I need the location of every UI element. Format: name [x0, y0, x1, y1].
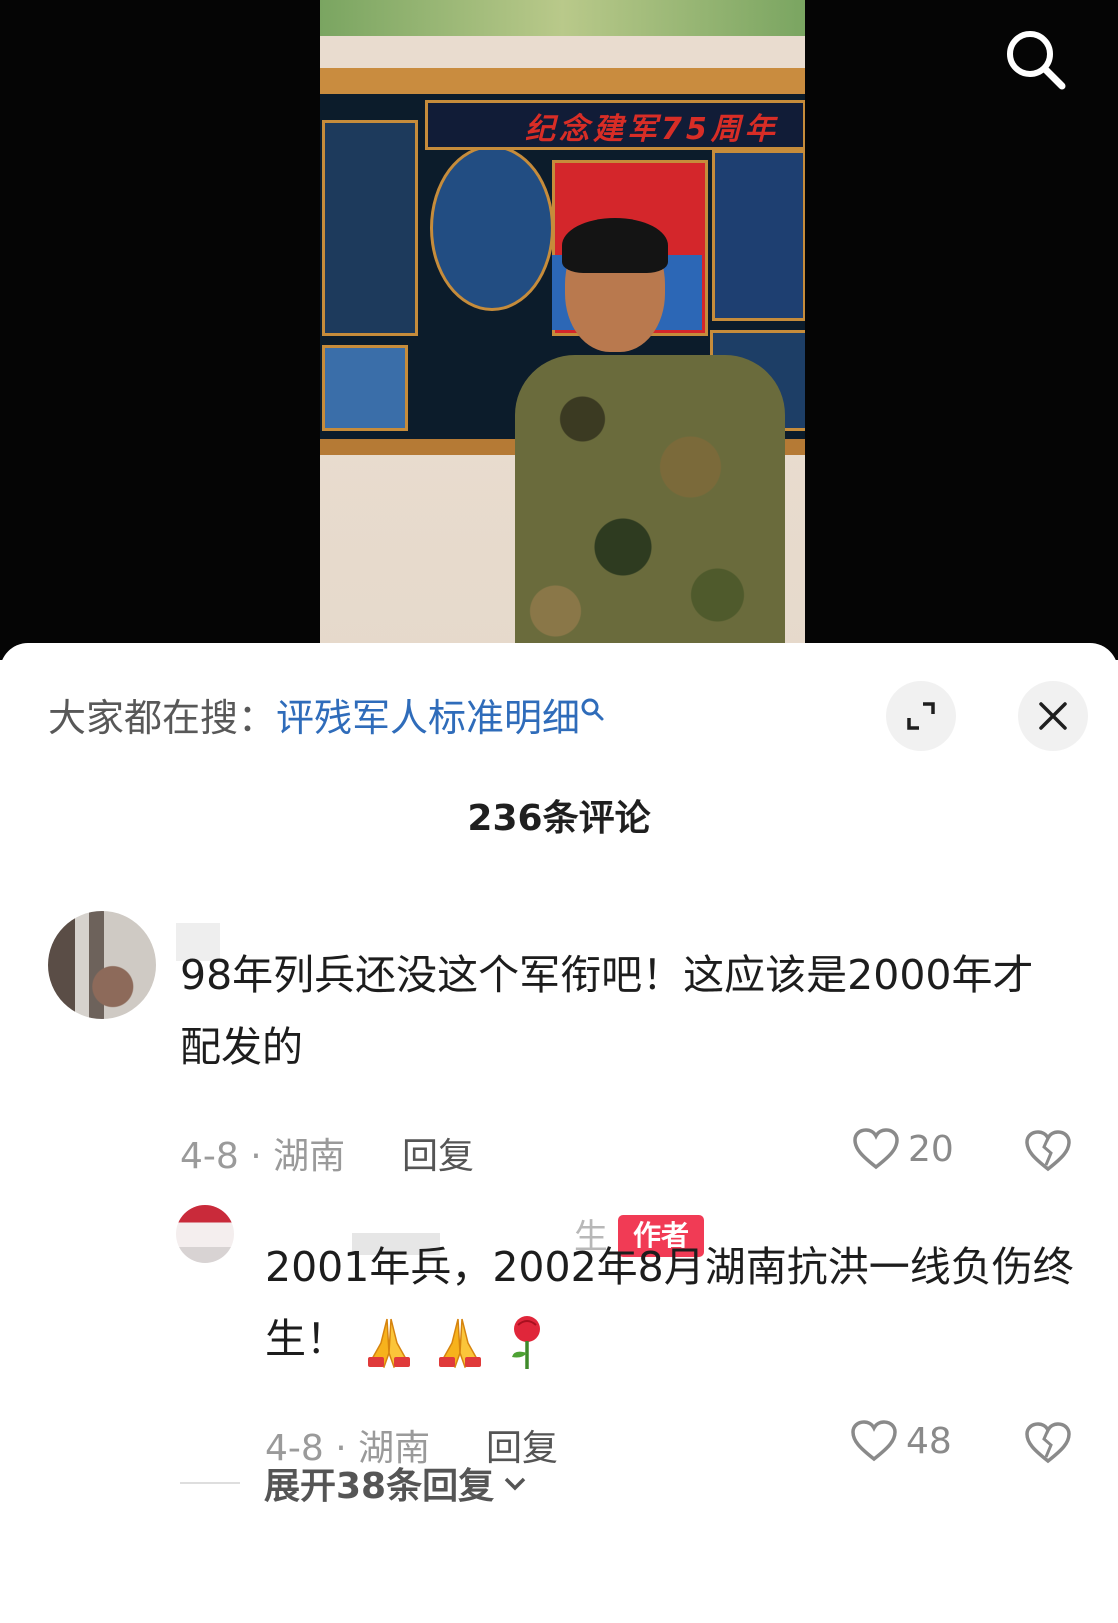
- reply-text: 2001年兵，2002年8月湖南抗洪一线负伤终生！: [265, 1231, 1085, 1375]
- dislike-button[interactable]: [1024, 1421, 1072, 1469]
- folded-hands-icon: [368, 1318, 411, 1369]
- avatar[interactable]: [176, 1205, 234, 1263]
- photo-banner: [320, 0, 805, 36]
- board-panel: [712, 150, 805, 321]
- board-panel: [430, 145, 554, 311]
- broken-heart-icon: [1025, 1422, 1071, 1464]
- video-area[interactable]: 纪念建军75周年: [0, 0, 1118, 660]
- search-icon: [1007, 31, 1066, 90]
- divider: [180, 1482, 240, 1484]
- close-button[interactable]: [1018, 681, 1088, 751]
- like-count: 20: [908, 1128, 954, 1170]
- search-button[interactable]: [1000, 24, 1070, 94]
- comment-count: 236条评论: [467, 798, 651, 839]
- search-icon: [581, 698, 604, 721]
- avatar[interactable]: [48, 911, 156, 1019]
- heart-icon: [853, 1128, 899, 1170]
- dislike-button[interactable]: [1024, 1129, 1072, 1177]
- soldier-uniform: [515, 355, 785, 660]
- soldier-hair: [562, 218, 668, 273]
- board-title: 纪念建军75周年: [525, 112, 779, 147]
- comment-text: 98年列兵还没这个军衔吧！这应该是2000年才配发的: [180, 951, 1034, 1071]
- heart-icon: [851, 1420, 897, 1462]
- expand-icon: [907, 702, 935, 730]
- board-panel: [322, 120, 418, 336]
- hot-search-link[interactable]: 评残军人标准明细: [276, 696, 580, 740]
- photo-board-trim: [320, 68, 805, 94]
- reply-button[interactable]: 回复: [402, 1127, 474, 1179]
- rose-icon: [512, 1316, 541, 1369]
- like-count: 48: [906, 1420, 952, 1462]
- broken-heart-icon: [1025, 1130, 1071, 1172]
- board-panel: [322, 345, 408, 431]
- expand-button[interactable]: [886, 681, 956, 751]
- comment-sheet: 大家都在搜：评残军人标准明细 236条评论 98年列兵还没这个军衔吧！这应该是2…: [0, 643, 1118, 1623]
- like-button[interactable]: 48: [850, 1419, 952, 1463]
- folded-hands-icon: [439, 1318, 482, 1369]
- photo-wall: [320, 36, 805, 68]
- video-frame-photo: 纪念建军75周年: [320, 0, 805, 660]
- chevron-down-icon: [504, 1477, 526, 1491]
- like-button[interactable]: 20: [852, 1127, 954, 1171]
- comment-date-location: 4-8 · 湖南: [180, 1136, 346, 1177]
- hot-search-row: 大家都在搜：评残军人标准明细: [48, 691, 606, 745]
- expand-replies-label: 展开38条回复: [264, 1466, 495, 1507]
- hot-search-prefix: 大家都在搜：: [48, 696, 277, 740]
- expand-replies-button[interactable]: 展开38条回复: [180, 1457, 528, 1509]
- close-icon: [1039, 702, 1067, 730]
